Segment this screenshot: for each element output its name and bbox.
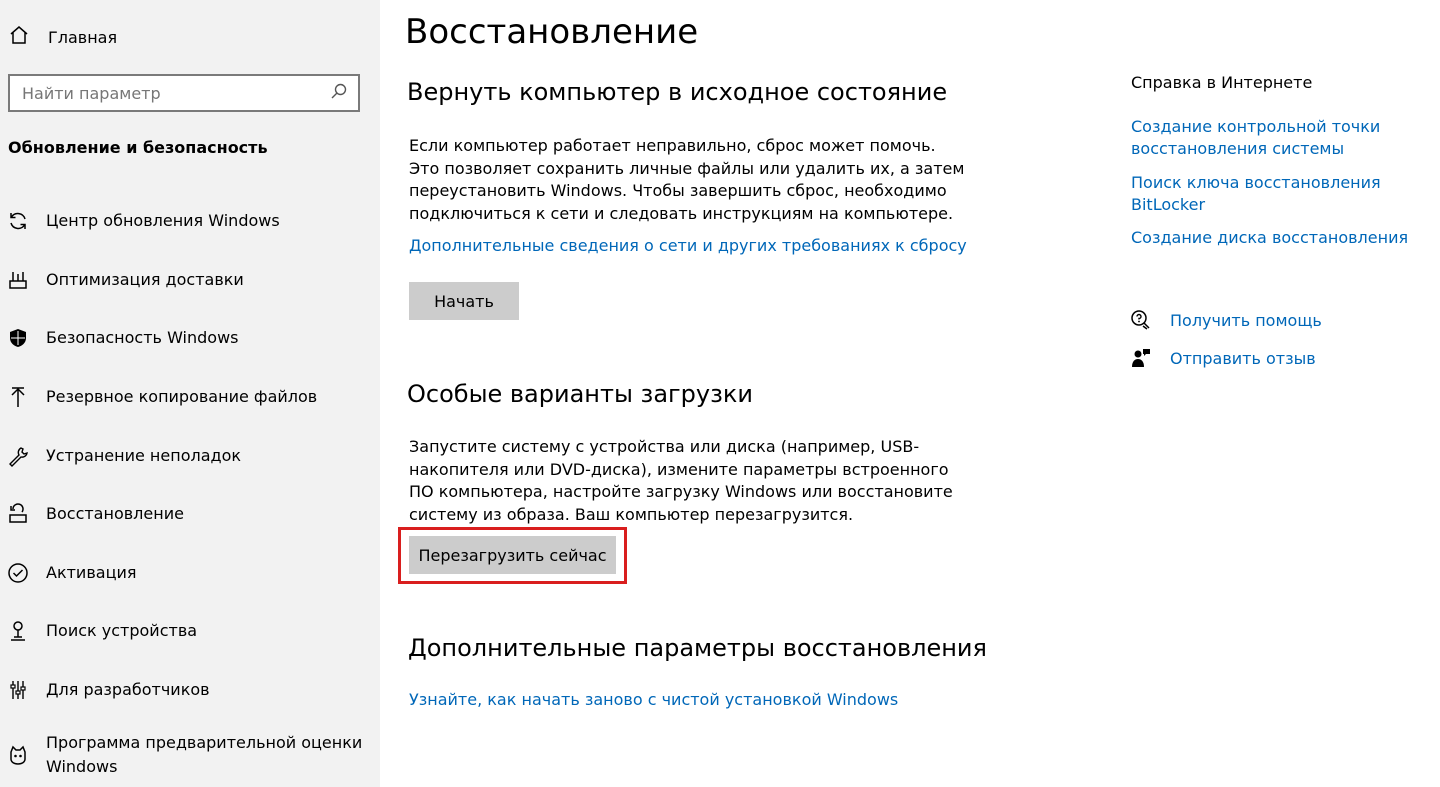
feedback-icon [1130, 347, 1152, 369]
developer-icon [6, 678, 30, 702]
sidebar-item-windows-update[interactable]: Центр обновления Windows [0, 192, 380, 251]
search-box[interactable]: Найти параметр [8, 74, 360, 112]
sidebar-item-activation[interactable]: Активация [0, 544, 380, 603]
reset-start-button[interactable]: Начать [409, 282, 519, 320]
sidebar-item-recovery[interactable]: Восстановление [0, 485, 380, 544]
sidebar-item-label: Программа предварительной оценки Windows [46, 733, 363, 777]
get-help-link[interactable]: Получить помощь [1170, 311, 1322, 330]
restart-now-button[interactable]: Перезагрузить сейчас [409, 536, 616, 574]
bitlocker-key-link[interactable]: Поиск ключа восстановления BitLocker [1131, 172, 1421, 216]
sidebar-item-label: Активация [46, 562, 137, 582]
home-label: Главная [48, 27, 118, 47]
section-title: Обновление и безопасность [8, 138, 268, 157]
sidebar-item-find-device[interactable]: Поиск устройства [0, 602, 380, 661]
more-recovery-heading: Дополнительные параметры восстановления [408, 634, 987, 662]
recovery-icon [6, 502, 30, 526]
send-feedback-link[interactable]: Отправить отзыв [1170, 349, 1316, 368]
advanced-startup-heading: Особые варианты загрузки [407, 380, 753, 408]
reset-heading: Вернуть компьютер в исходное состояние [407, 78, 948, 106]
sidebar-item-label: Оптимизация доставки [46, 269, 244, 289]
sync-icon [6, 209, 30, 233]
person-pin-icon [6, 619, 30, 643]
online-help-title: Справка в Интернете [1131, 73, 1313, 92]
feedback-row[interactable]: Отправить отзыв [1130, 347, 1316, 369]
sidebar-item-label: Восстановление [46, 504, 184, 524]
sidebar-item-delivery-optimization[interactable]: Оптимизация доставки [0, 251, 380, 310]
wrench-icon [6, 444, 30, 468]
shield-icon [6, 326, 30, 350]
chat-help-icon [1130, 309, 1152, 331]
sidebar-item-developers[interactable]: Для разработчиков [0, 661, 380, 720]
sidebar-item-label: Безопасность Windows [46, 328, 239, 348]
check-circle-icon [6, 561, 30, 585]
sidebar-nav: Центр обновления Windows Оптимизация дос… [0, 192, 380, 787]
search-input[interactable]: Найти параметр [22, 84, 330, 103]
sidebar-item-label: Для разработчиков [46, 680, 210, 700]
sidebar-item-insider[interactable]: Программа предварительной оценки Windows [0, 719, 380, 787]
sidebar-item-windows-security[interactable]: Безопасность Windows [0, 309, 380, 368]
create-restore-point-link[interactable]: Создание контрольной точки восстановлени… [1131, 116, 1421, 160]
fresh-start-link[interactable]: Узнайте, как начать заново с чистой уста… [409, 690, 898, 709]
recovery-drive-link[interactable]: Создание диска восстановления [1131, 227, 1421, 249]
home-icon [8, 24, 30, 50]
sidebar-item-label: Центр обновления Windows [46, 211, 280, 231]
reset-description: Если компьютер работает неправильно, сбр… [409, 136, 965, 223]
home-nav-item[interactable]: Главная [8, 22, 117, 52]
reset-requirements-link[interactable]: Дополнительные сведения о сети и других … [409, 236, 967, 255]
sidebar-item-label: Устранение неполадок [46, 445, 242, 465]
sidebar-item-backup[interactable]: Резервное копирование файлов [0, 368, 380, 427]
search-icon[interactable] [330, 82, 348, 104]
backup-arrow-icon [6, 385, 30, 409]
sidebar-item-troubleshoot[interactable]: Устранение неполадок [0, 426, 380, 485]
page-title: Восстановление [405, 12, 699, 52]
sidebar: Главная Найти параметр Обновление и безо… [0, 0, 380, 787]
advanced-startup-description: Запустите систему с устройства или диска… [409, 437, 953, 524]
insider-icon [6, 743, 30, 767]
get-help-row[interactable]: Получить помощь [1130, 309, 1322, 331]
delivery-icon [6, 268, 30, 292]
sidebar-item-label: Поиск устройства [46, 621, 198, 641]
sidebar-item-label: Резервное копирование файлов [46, 387, 318, 407]
